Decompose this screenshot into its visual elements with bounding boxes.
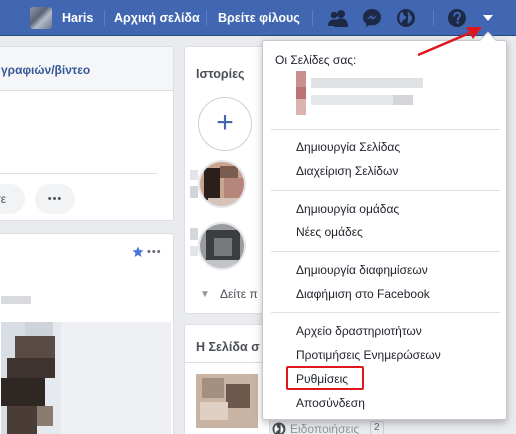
notifications-count-badge: 2 <box>370 421 384 434</box>
create-group-item[interactable]: Δημιουργία ομάδας <box>296 202 399 216</box>
friends-icon[interactable] <box>324 0 352 36</box>
nav-divider <box>433 10 434 26</box>
post-photo[interactable] <box>1 322 171 434</box>
user-avatar[interactable] <box>30 7 52 29</box>
stories-title: Ιστορίες <box>196 67 245 81</box>
story-thumbnail[interactable] <box>198 160 246 208</box>
profile-link[interactable]: Haris <box>62 0 93 36</box>
log-out-item[interactable]: Αποσύνδεση <box>296 396 365 410</box>
page-thumbnail[interactable] <box>196 374 258 428</box>
find-friends-link[interactable]: Βρείτε φίλους <box>218 0 300 36</box>
globe-icon[interactable] <box>392 0 420 36</box>
star-icon <box>132 246 144 261</box>
home-link[interactable]: Αρχική σελίδα <box>114 0 200 36</box>
nav-divider <box>104 10 105 26</box>
your-page-title: Η Σελίδα σ <box>196 340 260 354</box>
new-groups-item[interactable]: Νέες ομάδες <box>296 225 363 239</box>
nav-divider <box>206 10 207 26</box>
composer-option-button[interactable]: τε <box>0 184 25 214</box>
feed-post-card: ••• <box>0 233 174 434</box>
nav-divider <box>312 10 313 26</box>
page-avatar[interactable] <box>296 99 306 115</box>
divider <box>0 173 157 174</box>
redacted-page-name[interactable] <box>393 95 413 105</box>
more-options-button[interactable]: ••• <box>35 184 75 214</box>
redacted-text <box>1 296 31 304</box>
advertise-on-facebook-item[interactable]: Διαφήμιση στο Facebook <box>296 287 430 301</box>
notifications-link[interactable]: Ειδοποιήσεις <box>290 422 359 434</box>
redacted-text <box>190 186 198 198</box>
redacted-text <box>190 246 198 256</box>
create-page-item[interactable]: Δημιουργία Σελίδας <box>296 140 400 154</box>
account-dropdown-menu: Οι Σελίδες σας: Δημιουργία Σελίδας Διαχε… <box>262 31 507 420</box>
page-avatar[interactable] <box>296 71 306 87</box>
see-more-stories-link[interactable]: Δείτε π <box>220 287 258 301</box>
help-icon[interactable] <box>443 0 471 36</box>
news-feed-preferences-item[interactable]: Προτιμήσεις Ενημερώσεων <box>296 348 441 362</box>
divider <box>184 362 270 363</box>
plus-icon: + <box>216 106 234 139</box>
manage-pages-item[interactable]: Διαχείριση Σελίδων <box>296 164 398 178</box>
globe-icon <box>272 422 286 434</box>
menu-divider <box>271 251 500 252</box>
redacted-page-name[interactable] <box>311 95 393 105</box>
composer-card: γραφιών/βίντεο τε ••• <box>0 46 174 221</box>
redacted-page-name[interactable] <box>311 78 423 88</box>
menu-divider <box>271 129 500 130</box>
your-pages-header: Οι Σελίδες σας: <box>275 53 357 67</box>
activity-log-item[interactable]: Αρχείο δραστηριοτήτων <box>296 324 422 338</box>
settings-highlight-box <box>286 366 364 390</box>
see-more-caret-icon: ▼ <box>200 289 210 300</box>
post-options-icon[interactable]: ••• <box>147 246 162 258</box>
photo-video-tab[interactable]: γραφιών/βίντεο <box>1 63 90 77</box>
messenger-icon[interactable] <box>358 0 386 36</box>
redacted-text <box>190 228 198 240</box>
top-navigation-bar: Haris Αρχική σελίδα Βρείτε φίλους <box>0 0 516 36</box>
page-avatar[interactable] <box>296 87 306 99</box>
redacted-text <box>190 170 198 180</box>
create-ads-item[interactable]: Δημιουργία διαφημίσεων <box>296 263 428 277</box>
add-story-button[interactable]: + <box>198 97 252 151</box>
menu-divider <box>271 312 500 313</box>
story-thumbnail[interactable] <box>198 222 246 270</box>
menu-divider <box>271 190 500 191</box>
